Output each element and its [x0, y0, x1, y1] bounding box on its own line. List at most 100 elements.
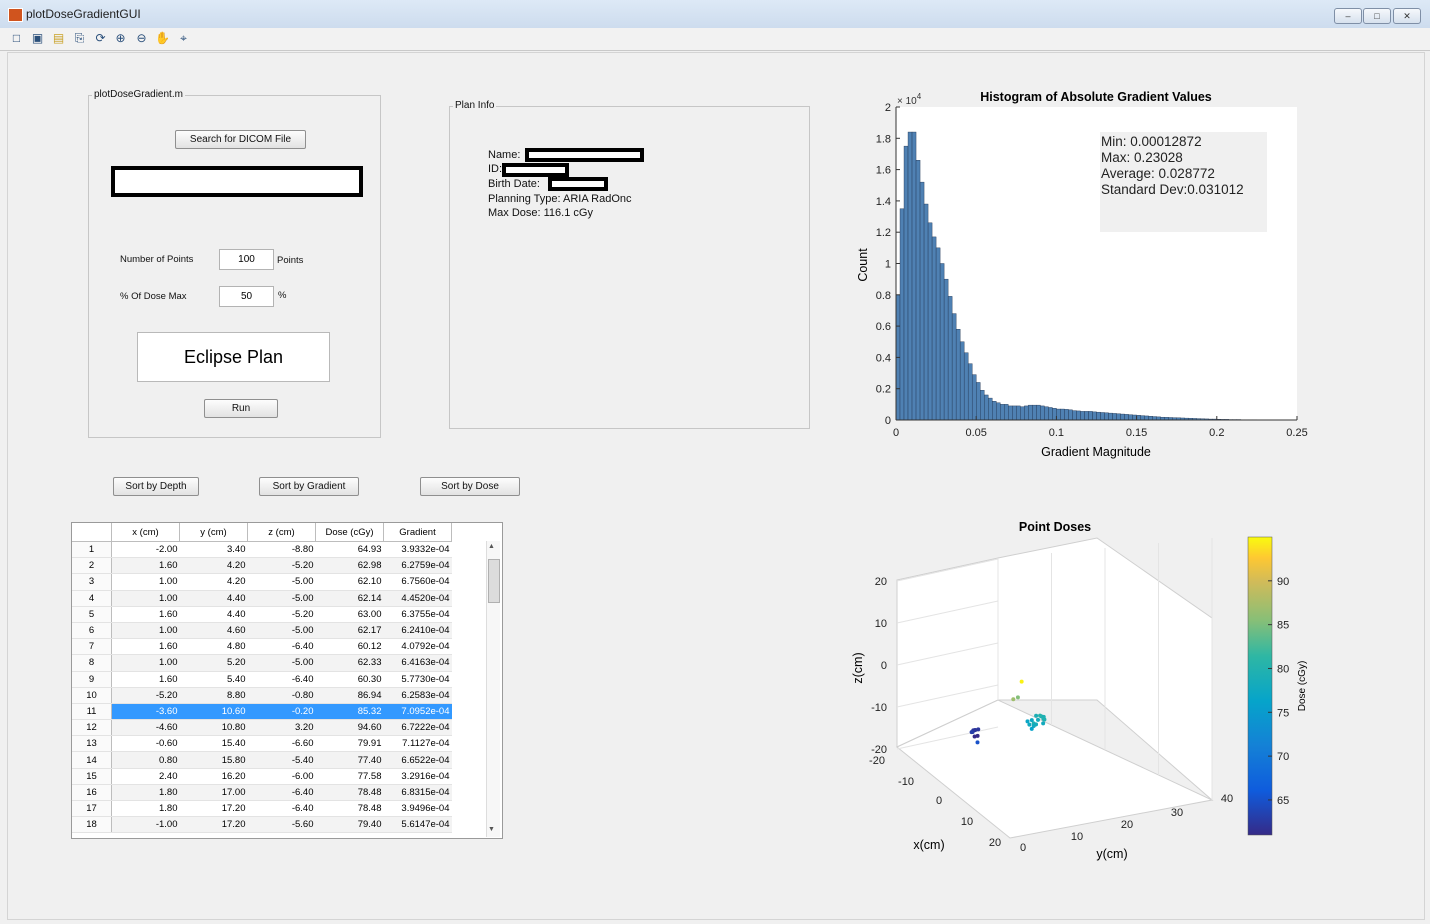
- table-cell[interactable]: 4.20: [179, 573, 248, 591]
- table-cell[interactable]: 17.20: [179, 800, 248, 818]
- row-number[interactable]: 5: [72, 606, 112, 623]
- open-icon[interactable]: ▤: [51, 31, 66, 46]
- table-cell[interactable]: 5.20: [179, 654, 248, 672]
- pan-icon[interactable]: ✋: [155, 31, 170, 46]
- table-row[interactable]: 3 1.00 4.20 -5.00 62.10 6.7560e-04: [72, 573, 452, 591]
- new-icon[interactable]: □: [9, 31, 24, 46]
- table-cell[interactable]: 3.9496e-04: [383, 800, 452, 818]
- table-cell[interactable]: 6.2410e-04: [383, 622, 452, 640]
- datacursor-icon[interactable]: ⌖: [176, 31, 191, 46]
- table-cell[interactable]: -3.60: [111, 703, 180, 721]
- table-cell[interactable]: 3.40: [179, 541, 248, 559]
- table-cell[interactable]: 6.4163e-04: [383, 654, 452, 672]
- table-cell[interactable]: 8.80: [179, 687, 248, 704]
- row-number[interactable]: 7: [72, 638, 112, 656]
- table-cell[interactable]: 6.2583e-04: [383, 687, 452, 704]
- table-cell[interactable]: -5.40: [247, 751, 316, 769]
- table-cell[interactable]: 4.4520e-04: [383, 590, 452, 607]
- sort-by-gradient-button[interactable]: Sort by Gradient: [259, 477, 359, 496]
- table-row[interactable]: 11 -3.60 10.60 -0.20 85.32 7.0952e-04: [72, 703, 452, 721]
- table-cell[interactable]: 94.60: [315, 719, 384, 737]
- minimize-button[interactable]: –: [1334, 8, 1362, 24]
- table-cell[interactable]: 3.2916e-04: [383, 768, 452, 785]
- table-cell[interactable]: 4.40: [179, 606, 248, 623]
- table-cell[interactable]: -5.00: [247, 654, 316, 672]
- table-cell[interactable]: 64.93: [315, 541, 384, 559]
- zoom-in-icon[interactable]: ⊕: [113, 31, 128, 46]
- table-cell[interactable]: -6.40: [247, 638, 316, 656]
- table-cell[interactable]: 6.2759e-04: [383, 557, 452, 575]
- table-cell[interactable]: 15.40: [179, 735, 248, 753]
- table-cell[interactable]: 17.20: [179, 816, 248, 834]
- table-cell[interactable]: 7.1127e-04: [383, 735, 452, 753]
- row-number[interactable]: 13: [72, 735, 112, 753]
- row-number[interactable]: 11: [72, 703, 112, 721]
- rotate-icon[interactable]: ⟳: [93, 31, 108, 46]
- col-header-x[interactable]: x (cm): [111, 523, 180, 542]
- table-cell[interactable]: -6.60: [247, 735, 316, 753]
- table-cell[interactable]: 5.6147e-04: [383, 816, 452, 834]
- table-row[interactable]: 12 -4.60 10.80 3.20 94.60 6.7222e-04: [72, 719, 452, 737]
- table-cell[interactable]: -5.60: [247, 816, 316, 834]
- row-number[interactable]: 9: [72, 671, 112, 688]
- table-cell[interactable]: -5.20: [247, 557, 316, 575]
- table-cell[interactable]: 1.00: [111, 573, 180, 591]
- table-cell[interactable]: 6.3755e-04: [383, 606, 452, 623]
- table-row[interactable]: 8 1.00 5.20 -5.00 62.33 6.4163e-04: [72, 654, 452, 672]
- table-cell[interactable]: 62.17: [315, 622, 384, 640]
- table-cell[interactable]: 6.6522e-04: [383, 751, 452, 769]
- col-header-gradient[interactable]: Gradient: [383, 523, 452, 542]
- table-cell[interactable]: 77.40: [315, 751, 384, 769]
- row-number[interactable]: 15: [72, 768, 112, 785]
- table-cell[interactable]: 4.20: [179, 557, 248, 575]
- table-cell[interactable]: 1.80: [111, 784, 180, 802]
- table-cell[interactable]: -0.20: [247, 703, 316, 721]
- table-cell[interactable]: 1.60: [111, 638, 180, 656]
- table-cell[interactable]: -0.80: [247, 687, 316, 704]
- table-cell[interactable]: 4.60: [179, 622, 248, 640]
- run-button[interactable]: Run: [204, 399, 278, 418]
- table-cell[interactable]: 1.60: [111, 606, 180, 623]
- table-cell[interactable]: 60.12: [315, 638, 384, 656]
- table-cell[interactable]: 62.33: [315, 654, 384, 672]
- table-cell[interactable]: 3.20: [247, 719, 316, 737]
- table-cell[interactable]: 6.7222e-04: [383, 719, 452, 737]
- table-cell[interactable]: -6.40: [247, 800, 316, 818]
- table-cell[interactable]: 10.60: [179, 703, 248, 721]
- sort-by-depth-button[interactable]: Sort by Depth: [113, 477, 199, 496]
- row-number[interactable]: 6: [72, 622, 112, 640]
- table-cell[interactable]: 4.40: [179, 590, 248, 607]
- table-row[interactable]: 6 1.00 4.60 -5.00 62.17 6.2410e-04: [72, 622, 452, 640]
- table-cell[interactable]: 1.00: [111, 622, 180, 640]
- table-cell[interactable]: -2.00: [111, 541, 180, 559]
- table-cell[interactable]: 5.7730e-04: [383, 671, 452, 688]
- table-cell[interactable]: 1.80: [111, 800, 180, 818]
- col-header-y[interactable]: y (cm): [179, 523, 248, 542]
- table-cell[interactable]: -6.00: [247, 768, 316, 785]
- save-icon[interactable]: ▣: [30, 31, 45, 46]
- scroll-up-icon[interactable]: ▲: [488, 543, 495, 550]
- table-cell[interactable]: 10.80: [179, 719, 248, 737]
- col-header-dose[interactable]: Dose (cGy): [315, 523, 384, 542]
- row-number[interactable]: 17: [72, 800, 112, 818]
- close-button[interactable]: ✕: [1393, 8, 1421, 24]
- table-cell[interactable]: 85.32: [315, 703, 384, 721]
- maximize-button[interactable]: □: [1363, 8, 1391, 24]
- table-cell[interactable]: 5.40: [179, 671, 248, 688]
- table-row[interactable]: 14 0.80 15.80 -5.40 77.40 6.6522e-04: [72, 751, 452, 769]
- table-cell[interactable]: 86.94: [315, 687, 384, 704]
- table-cell[interactable]: -4.60: [111, 719, 180, 737]
- row-number[interactable]: 8: [72, 654, 112, 672]
- scroll-thumb[interactable]: [488, 559, 500, 603]
- scroll-down-icon[interactable]: ▼: [488, 826, 495, 833]
- row-number[interactable]: 4: [72, 590, 112, 607]
- row-number[interactable]: 14: [72, 751, 112, 769]
- print-icon[interactable]: ⎘: [72, 31, 87, 46]
- table-cell[interactable]: -0.60: [111, 735, 180, 753]
- table-cell[interactable]: 78.48: [315, 784, 384, 802]
- table-cell[interactable]: -8.80: [247, 541, 316, 559]
- sort-by-dose-button[interactable]: Sort by Dose: [420, 477, 520, 496]
- table-row[interactable]: 17 1.80 17.20 -6.40 78.48 3.9496e-04: [72, 800, 452, 818]
- table-cell[interactable]: 17.00: [179, 784, 248, 802]
- row-number[interactable]: 1: [72, 541, 112, 559]
